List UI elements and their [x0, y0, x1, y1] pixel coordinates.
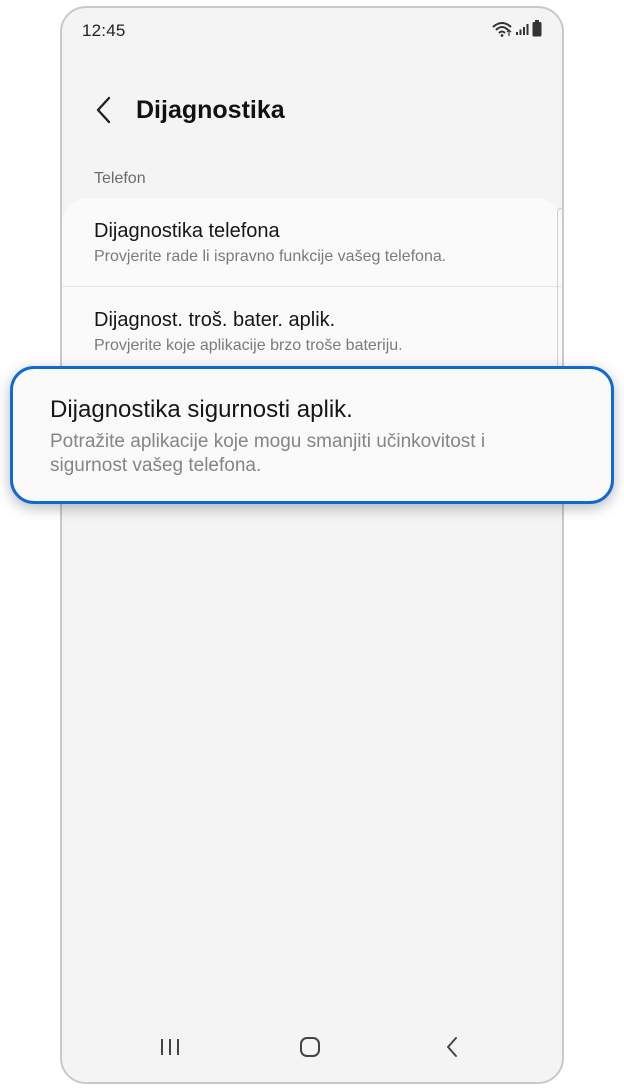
nav-back-button[interactable]: [432, 1034, 472, 1064]
phone-frame: 12:45 Dijagnostika Telefon Dijagnostika …: [60, 6, 564, 1084]
item-subtitle-line2: sigurnost vašeg telefona.: [50, 455, 262, 476]
chevron-left-icon: [95, 96, 113, 129]
list-item-phone-diagnostics[interactable]: Dijagnostika telefona Provjerite rade li…: [62, 198, 562, 286]
scrollbar[interactable]: [557, 208, 562, 370]
item-title: Dijagnostika telefona: [94, 220, 280, 242]
recents-button[interactable]: [150, 1034, 190, 1064]
status-time: 12:45: [82, 21, 126, 40]
back-button[interactable]: [84, 92, 124, 132]
status-bar: 12:45: [62, 8, 562, 54]
app-header: Dijagnostika: [62, 78, 562, 148]
home-button[interactable]: [290, 1034, 330, 1064]
item-title: Dijagnost. troš. bater. aplik.: [94, 309, 336, 331]
wifi-icon: [492, 21, 512, 42]
recents-icon: [159, 1037, 181, 1062]
battery-icon: [532, 20, 542, 42]
section-label: Telefon: [94, 170, 146, 187]
item-subtitle: Potražite aplikacije koje mogu smanjiti …: [50, 430, 573, 478]
back-icon: [445, 1036, 459, 1063]
signal-icon: [515, 22, 529, 41]
list-item-battery-diagnostics[interactable]: Dijagnost. troš. bater. aplik. Provjerit…: [62, 286, 562, 375]
item-subtitle-line1: Potražite aplikacije koje mogu smanjiti …: [50, 431, 486, 452]
item-title: Dijagnostika sigurnosti aplik.: [50, 396, 353, 423]
status-icons: [492, 20, 542, 42]
navigation-bar: [62, 1018, 562, 1082]
list-item-app-security-diagnostics[interactable]: Dijagnostika sigurnosti aplik. Potražite…: [10, 366, 614, 504]
page-title: Dijagnostika: [136, 96, 285, 124]
settings-list: Dijagnostika telefona Provjerite rade li…: [62, 198, 562, 375]
item-subtitle: Provjerite rade li ispravno funkcije vaš…: [94, 248, 447, 265]
home-icon: [299, 1036, 321, 1063]
item-subtitle: Provjerite koje aplikacije brzo troše ba…: [94, 337, 403, 354]
